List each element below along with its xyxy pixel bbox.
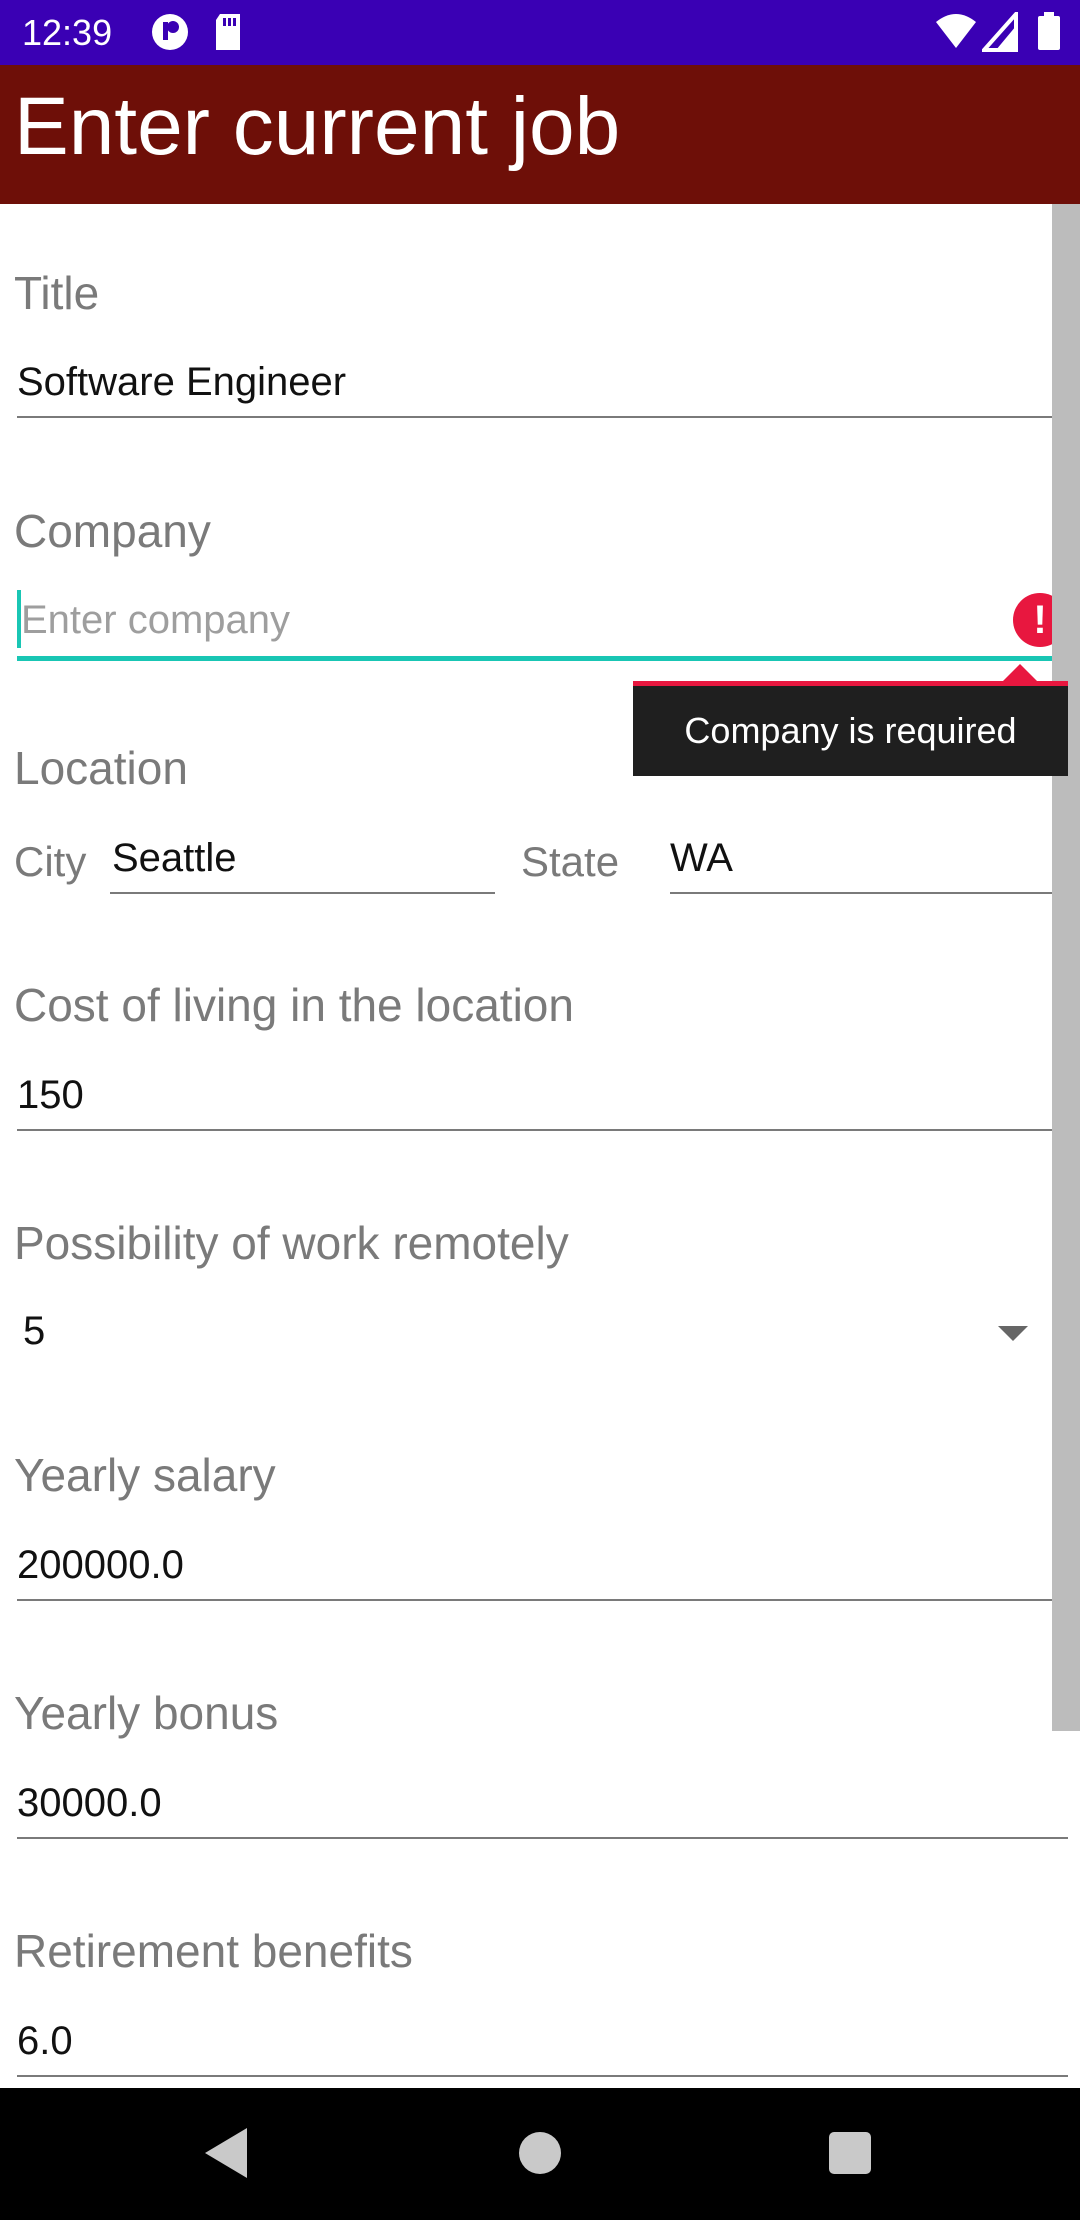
state-underline xyxy=(670,892,1068,894)
location-label: Location xyxy=(14,742,188,794)
navigation-bar xyxy=(0,2088,1080,2220)
city-underline xyxy=(110,892,495,894)
remote-dropdown[interactable]: 5 xyxy=(23,1309,45,1354)
city-input[interactable]: Seattle xyxy=(112,836,237,881)
salary-label: Yearly salary xyxy=(14,1449,276,1501)
chevron-down-icon[interactable] xyxy=(998,1326,1028,1341)
status-bar: 12:39 xyxy=(0,0,1080,65)
title-underline xyxy=(17,416,1068,418)
state-input[interactable]: WA xyxy=(670,836,733,881)
scrollbar[interactable] xyxy=(1052,204,1080,1731)
salary-underline xyxy=(17,1599,1068,1601)
tooltip-pointer xyxy=(1003,664,1037,681)
form-scroll-area[interactable]: Title Software Engineer Company Enter co… xyxy=(0,204,1080,2088)
retirement-label: Retirement benefits xyxy=(14,1925,413,1977)
wifi-icon xyxy=(934,12,978,57)
cost-of-living-label: Cost of living in the location xyxy=(14,979,574,1031)
company-label: Company xyxy=(14,505,211,557)
remote-label: Possibility of work remotely xyxy=(14,1217,569,1269)
title-label: Title xyxy=(14,267,100,319)
salary-input[interactable]: 200000.0 xyxy=(17,1543,184,1588)
city-label: City xyxy=(14,838,87,885)
recents-icon[interactable] xyxy=(829,2132,871,2174)
app-bar: Enter current job xyxy=(0,65,1080,204)
page-title: Enter current job xyxy=(14,81,621,172)
retirement-underline xyxy=(17,2075,1068,2077)
error-tooltip: Company is required xyxy=(633,681,1068,776)
title-input[interactable]: Software Engineer xyxy=(17,360,346,405)
company-underline-focused xyxy=(17,656,1068,661)
home-icon[interactable] xyxy=(519,2132,561,2174)
error-message: Company is required xyxy=(684,710,1017,751)
company-input[interactable]: Enter company xyxy=(21,598,290,643)
state-label: State xyxy=(521,838,620,885)
sd-card-icon xyxy=(212,12,244,57)
battery-icon xyxy=(1038,12,1060,57)
cost-of-living-underline xyxy=(17,1129,1068,1131)
back-icon[interactable] xyxy=(205,2128,247,2178)
status-time: 12:39 xyxy=(22,12,113,53)
signal-icon xyxy=(979,8,1018,57)
notification-p-icon xyxy=(150,12,190,57)
bonus-input[interactable]: 30000.0 xyxy=(17,1781,162,1826)
bonus-underline xyxy=(17,1837,1068,1839)
bonus-label: Yearly bonus xyxy=(14,1687,279,1739)
retirement-input[interactable]: 6.0 xyxy=(17,2019,73,2064)
cost-of-living-input[interactable]: 150 xyxy=(17,1073,84,1118)
